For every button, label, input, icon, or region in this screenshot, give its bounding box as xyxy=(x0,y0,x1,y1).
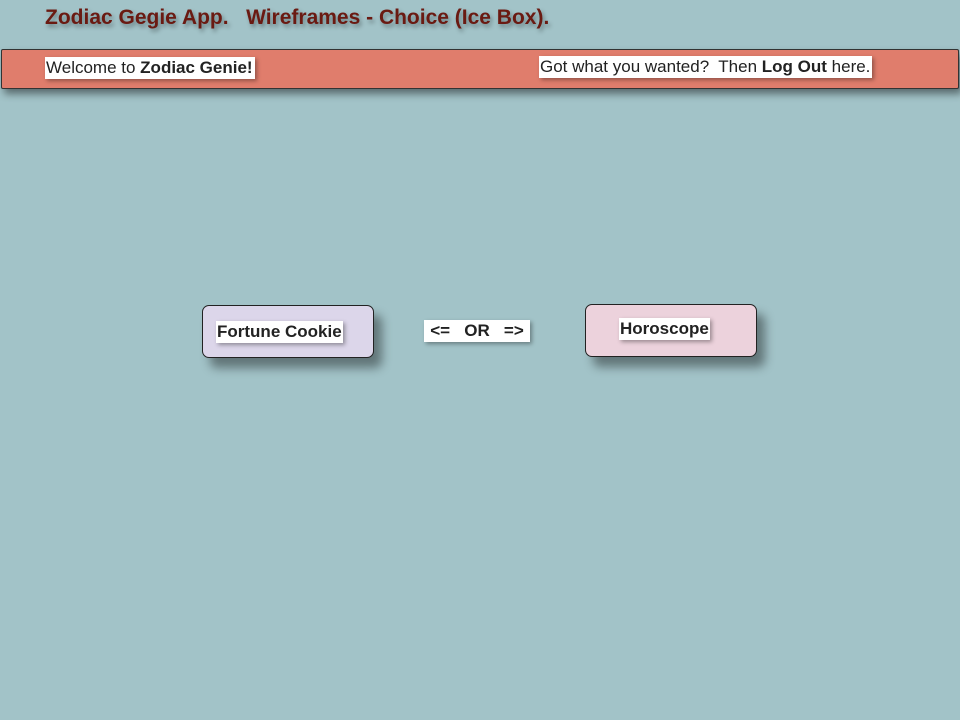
logout-link[interactable]: Log Out xyxy=(762,57,827,76)
logout-suffix: here. xyxy=(826,57,871,76)
or-separator: <= OR => xyxy=(424,320,530,342)
page-title: Zodiac Gegie App. Wireframes - Choice (I… xyxy=(45,6,550,29)
horoscope-button[interactable]: Horoscope xyxy=(585,304,757,357)
welcome-message: Welcome to Zodiac Genie! xyxy=(45,57,255,79)
fortune-cookie-label: Fortune Cookie xyxy=(216,321,343,343)
header-bar: Welcome to Zodiac Genie! Got what you wa… xyxy=(1,49,959,89)
welcome-prefix: Welcome to xyxy=(46,58,141,77)
fortune-cookie-button[interactable]: Fortune Cookie xyxy=(202,305,374,358)
horoscope-label: Horoscope xyxy=(619,318,710,340)
app-name: Zodiac Genie! xyxy=(140,58,253,77)
logout-prefix: Got what you wanted? Then xyxy=(540,57,762,76)
logout-message: Got what you wanted? Then Log Out here. xyxy=(539,56,873,78)
